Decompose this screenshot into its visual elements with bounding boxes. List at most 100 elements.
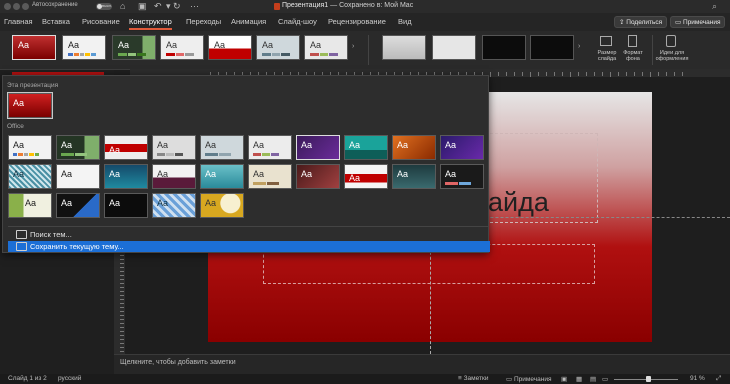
notes-placeholder[interactable]: Щелкните, чтобы добавить заметки bbox=[120, 359, 236, 366]
theme-checker-blue[interactable]: Aa bbox=[152, 193, 196, 218]
theme-crimson[interactable]: Aa bbox=[344, 164, 388, 189]
ribbon-theme-light[interactable]: Aa bbox=[304, 35, 348, 60]
ribbon-theme-office[interactable]: Aa bbox=[62, 35, 106, 60]
zoom-slider-handle[interactable] bbox=[646, 376, 651, 382]
slide-size-button[interactable]: Размер слайда bbox=[594, 50, 620, 62]
redo-icon[interactable]: ↻ bbox=[173, 1, 181, 12]
ruler-tick bbox=[120, 347, 124, 348]
variant-2[interactable] bbox=[432, 35, 476, 60]
search-icon[interactable]: ⌕ bbox=[712, 1, 717, 12]
ruler-tick bbox=[602, 72, 603, 76]
theme-grey[interactable]: Aa bbox=[152, 135, 196, 160]
tab-draw[interactable]: Рисование bbox=[82, 17, 120, 26]
theme-aa: Aa bbox=[310, 40, 322, 50]
variants-more-icon[interactable]: › bbox=[578, 43, 580, 50]
theme-facet-green[interactable]: Aa bbox=[56, 135, 100, 160]
slide-counter: Слайд 1 из 2 bbox=[8, 375, 47, 382]
ruler-tick bbox=[634, 72, 635, 76]
save-current-theme-label: Сохранить текущую тему... bbox=[30, 242, 124, 251]
comments-toggle-button[interactable]: ▭ Примечания bbox=[506, 375, 551, 383]
language-indicator[interactable]: русский bbox=[58, 375, 81, 382]
ruler-tick bbox=[120, 335, 124, 336]
tab-design[interactable]: Конструктор bbox=[129, 17, 172, 30]
theme-slate[interactable]: Aa bbox=[200, 135, 244, 160]
theme-aa: Aa bbox=[61, 198, 73, 208]
variant-1[interactable] bbox=[382, 35, 426, 60]
ruler-tick bbox=[120, 283, 124, 284]
tab-review[interactable]: Рецензирование bbox=[328, 17, 386, 26]
theme-dark-teal[interactable]: Aa bbox=[392, 164, 436, 189]
reading-view-icon[interactable]: ▤ bbox=[590, 375, 596, 383]
more-icon[interactable]: ··· bbox=[190, 1, 199, 12]
title-bar: Автосохранение выкл. ⌂ ▣ ↶ ▾ ↻ ··· Презе… bbox=[0, 0, 730, 13]
tab-transitions[interactable]: Переходы bbox=[186, 17, 221, 26]
ruler-tick bbox=[618, 72, 619, 76]
theme-aa: Aa bbox=[262, 40, 274, 50]
theme-this-presentation[interactable]: Aa bbox=[7, 92, 53, 119]
theme-office[interactable]: Aa bbox=[8, 135, 52, 160]
tab-home[interactable]: Главная bbox=[4, 17, 33, 26]
theme-black[interactable]: Aa bbox=[104, 193, 148, 218]
theme-red-band[interactable]: Aa bbox=[104, 135, 148, 160]
tab-view[interactable]: Вид bbox=[398, 17, 412, 26]
ribbon-divider bbox=[652, 35, 653, 65]
theme-wine[interactable]: Aa bbox=[296, 164, 340, 189]
ribbon-theme-current[interactable]: Aa bbox=[12, 35, 56, 60]
tab-insert[interactable]: Вставка bbox=[42, 17, 70, 26]
variant-3[interactable] bbox=[482, 35, 526, 60]
slide-size-icon[interactable] bbox=[600, 36, 612, 46]
gallery-next-icon[interactable]: › bbox=[352, 43, 354, 50]
ribbon-theme-redband[interactable]: Aa bbox=[208, 35, 252, 60]
theme-orange[interactable]: Aa bbox=[392, 135, 436, 160]
normal-view-icon[interactable]: ▣ bbox=[561, 375, 567, 383]
close-window-button[interactable] bbox=[4, 3, 11, 10]
ribbon-theme-grey[interactable]: Aa bbox=[256, 35, 300, 60]
theme-sand[interactable]: Aa bbox=[248, 164, 292, 189]
theme-ocean[interactable]: Aa bbox=[104, 164, 148, 189]
notes-toggle-button[interactable]: ≡ Заметки bbox=[458, 375, 488, 382]
theme-gold[interactable]: Aa bbox=[200, 193, 244, 218]
theme-berry[interactable]: Aa bbox=[152, 164, 196, 189]
document-title: Презентация1 — Сохранено в: Мой Mac bbox=[282, 2, 414, 9]
theme-dark[interactable]: Aa bbox=[440, 164, 484, 189]
ruler-tick bbox=[666, 72, 667, 76]
zoom-level[interactable]: 91 % bbox=[690, 375, 705, 382]
design-ideas-button[interactable]: Идеи для оформления bbox=[654, 50, 690, 62]
share-button[interactable]: ⇪ Поделиться bbox=[614, 16, 668, 28]
theme-lime[interactable]: Aa bbox=[8, 193, 52, 218]
save-icon[interactable]: ▣ bbox=[138, 1, 147, 12]
comments-button[interactable]: ▭ Примечания bbox=[670, 16, 726, 28]
browse-themes-item[interactable]: Поиск тем... bbox=[8, 229, 490, 240]
minimize-window-button[interactable] bbox=[13, 3, 20, 10]
theme-black-blue[interactable]: Aa bbox=[56, 193, 100, 218]
theme-purple[interactable]: Aa bbox=[296, 135, 340, 160]
slide-sorter-icon[interactable]: ▦ bbox=[576, 375, 582, 383]
zoom-window-button[interactable] bbox=[22, 3, 29, 10]
format-background-button[interactable]: Формат фона bbox=[619, 50, 647, 62]
theme-frame[interactable]: Aa bbox=[56, 164, 100, 189]
home-icon[interactable]: ⌂ bbox=[120, 1, 125, 12]
undo-dropdown-icon[interactable]: ▾ bbox=[166, 1, 171, 12]
tab-animations[interactable]: Анимация bbox=[231, 17, 266, 26]
powerpoint-doc-icon bbox=[274, 3, 280, 10]
theme-aa: Aa bbox=[397, 140, 409, 150]
theme-aa: Aa bbox=[205, 169, 217, 179]
save-current-theme-item[interactable]: Сохранить текущую тему... bbox=[8, 241, 490, 252]
format-background-icon[interactable] bbox=[628, 35, 637, 47]
ribbon-theme-green[interactable]: Aa bbox=[112, 35, 156, 60]
slide-title-text[interactable]: айда bbox=[488, 187, 549, 218]
design-ideas-icon[interactable] bbox=[666, 35, 676, 47]
slideshow-view-icon[interactable]: ▭ bbox=[602, 375, 608, 383]
fit-to-window-icon[interactable]: ⤢ bbox=[716, 375, 721, 383]
tab-slideshow[interactable]: Слайд-шоу bbox=[278, 17, 317, 26]
variant-4[interactable] bbox=[530, 35, 574, 60]
design-ribbon: Aa Aa Aa Aa Aa Aa Aa › › Размер слайда Ф… bbox=[0, 31, 730, 70]
ribbon-theme-red[interactable]: Aa bbox=[160, 35, 204, 60]
undo-icon[interactable]: ↶ bbox=[154, 1, 162, 12]
theme-indigo[interactable]: Aa bbox=[440, 135, 484, 160]
theme-pattern-blue[interactable]: Aa bbox=[8, 164, 52, 189]
theme-teal[interactable]: Aa bbox=[344, 135, 388, 160]
theme-light[interactable]: Aa bbox=[248, 135, 292, 160]
ruler-tick bbox=[120, 343, 124, 344]
theme-aqua[interactable]: Aa bbox=[200, 164, 244, 189]
